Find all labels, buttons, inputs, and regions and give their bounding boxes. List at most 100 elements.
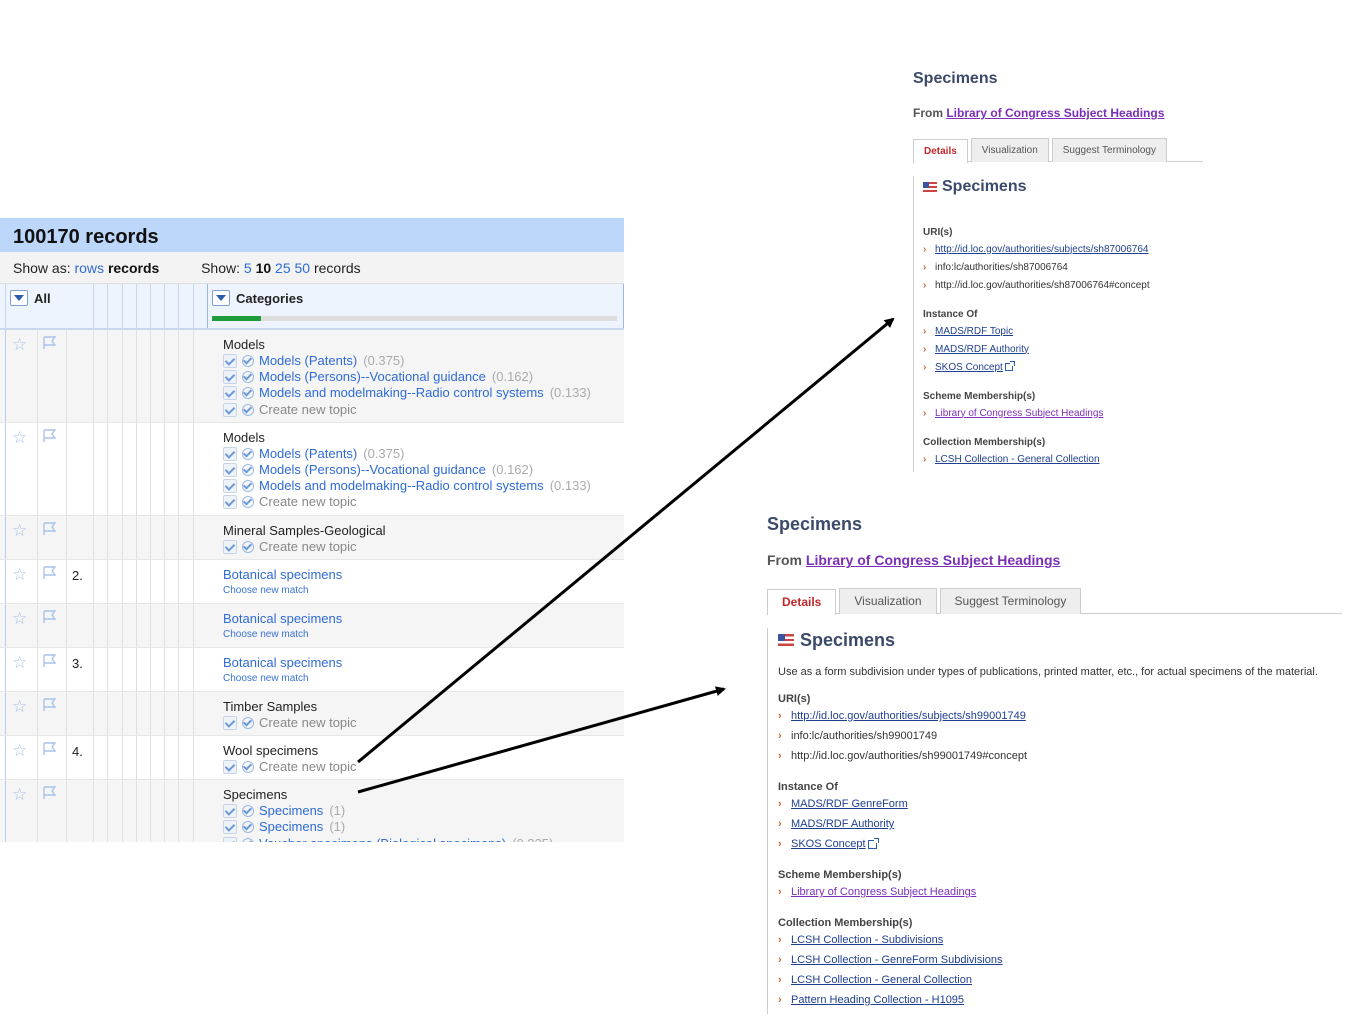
create-new-topic[interactable]: Create new topic	[223, 759, 624, 775]
create-new-topic-label[interactable]: Create new topic	[259, 539, 357, 555]
candidate-topic-label[interactable]: Models (Persons)--Vocational guidance	[259, 462, 486, 478]
choose-new-match-link[interactable]: Choose new match	[223, 627, 624, 643]
lcsh-source-link[interactable]: Library of Congress Subject Headings	[806, 552, 1060, 568]
candidate-topic[interactable]: Specimens (1)	[223, 803, 624, 819]
check-icon[interactable]	[223, 386, 237, 401]
check-similar-icon[interactable]	[241, 716, 255, 730]
candidate-topic[interactable]: Models (Patents) (0.375)	[223, 446, 624, 462]
star-icon[interactable]: ☆	[12, 336, 27, 353]
check-similar-icon[interactable]	[241, 447, 255, 461]
check-icon[interactable]	[223, 495, 237, 510]
flag-icon[interactable]	[42, 565, 58, 580]
candidate-topic-label[interactable]: Models and modelmaking--Radio control sy…	[259, 478, 544, 494]
candidate-topic-label[interactable]: Specimens	[259, 819, 323, 835]
tab-visualization[interactable]: Visualization	[839, 588, 937, 614]
choose-new-match-link[interactable]: Choose new match	[223, 671, 624, 687]
candidate-topic-label[interactable]: Models (Patents)	[259, 446, 357, 462]
create-new-topic-label[interactable]: Create new topic	[259, 715, 357, 731]
candidate-topic[interactable]: Models and modelmaking--Radio control sy…	[223, 478, 624, 494]
create-new-topic-label[interactable]: Create new topic	[259, 402, 357, 418]
collection-link[interactable]: LCSH Collection - General Collection	[935, 454, 1100, 465]
uri-link[interactable]: http://id.loc.gov/authorities/subjects/s…	[791, 710, 1026, 722]
instance-link[interactable]: MADS/RDF GenreForm	[791, 798, 908, 810]
collection-link[interactable]: LCSH Collection - GenreForm Subdivisions	[791, 954, 1003, 966]
candidate-topic[interactable]: Specimens (1)	[223, 819, 624, 835]
lcsh-source-link[interactable]: Library of Congress Subject Headings	[946, 106, 1164, 120]
page-size-25[interactable]: 25	[275, 260, 291, 276]
check-similar-icon[interactable]	[241, 479, 255, 493]
candidate-topic-label[interactable]: Specimens	[259, 803, 323, 819]
flag-icon[interactable]	[42, 786, 58, 800]
check-icon[interactable]	[223, 479, 237, 494]
matched-topic-link[interactable]: Botanical specimens	[223, 611, 624, 627]
tab-details[interactable]: Details	[767, 589, 837, 615]
flag-icon[interactable]	[42, 653, 58, 668]
candidate-topic[interactable]: Models (Persons)--Vocational guidance (0.…	[223, 462, 624, 478]
candidate-topic-label[interactable]: Models (Persons)--Vocational guidance	[259, 369, 486, 385]
matched-topic-link[interactable]: Botanical specimens	[223, 567, 624, 583]
collection-link[interactable]: Pattern Heading Collection - H1095	[791, 994, 964, 1006]
candidate-topic-label[interactable]: Models and modelmaking--Radio control sy…	[259, 385, 544, 401]
check-similar-icon[interactable]	[241, 760, 255, 774]
create-new-topic[interactable]: Create new topic	[223, 539, 624, 555]
check-icon[interactable]	[223, 463, 237, 478]
collection-link[interactable]: LCSH Collection - Subdivisions	[791, 934, 943, 946]
check-icon[interactable]	[223, 836, 237, 842]
create-new-topic-label[interactable]: Create new topic	[259, 759, 357, 775]
candidate-topic-label[interactable]: Models (Patents)	[259, 353, 357, 369]
instance-link[interactable]: MADS/RDF Authority	[935, 344, 1029, 355]
tab-details[interactable]: Details	[913, 139, 968, 163]
create-new-topic[interactable]: Create new topic	[223, 494, 624, 510]
create-new-topic[interactable]: Create new topic	[223, 402, 624, 418]
dropdown-arrow-icon[interactable]	[212, 290, 230, 306]
star-icon[interactable]: ☆	[12, 522, 27, 539]
check-icon[interactable]	[223, 539, 237, 554]
dropdown-arrow-icon[interactable]	[10, 290, 28, 306]
collection-link[interactable]: LCSH Collection - General Collection	[791, 974, 972, 986]
check-icon[interactable]	[223, 370, 237, 385]
scheme-link[interactable]: Library of Congress Subject Headings	[935, 408, 1103, 419]
candidate-topic[interactable]: Models (Patents) (0.375)	[223, 353, 624, 369]
check-similar-icon[interactable]	[241, 495, 255, 509]
check-icon[interactable]	[223, 820, 237, 835]
matched-topic-link[interactable]: Botanical specimens	[223, 655, 624, 671]
check-similar-icon[interactable]	[241, 837, 255, 842]
check-icon[interactable]	[223, 715, 237, 730]
candidate-topic-label[interactable]: Voucher specimens (Biological specimens)	[259, 836, 506, 842]
page-size-50[interactable]: 50	[295, 260, 311, 276]
flag-icon[interactable]	[42, 521, 58, 536]
check-icon[interactable]	[223, 804, 237, 819]
flag-icon[interactable]	[42, 742, 58, 756]
check-similar-icon[interactable]	[241, 370, 255, 384]
instance-link[interactable]: SKOS Concept	[935, 362, 1003, 373]
star-icon[interactable]: ☆	[12, 610, 27, 627]
candidate-topic[interactable]: Voucher specimens (Biological specimens)…	[223, 835, 624, 842]
check-icon[interactable]	[223, 354, 237, 369]
flag-icon[interactable]	[42, 336, 58, 350]
star-icon[interactable]: ☆	[12, 429, 27, 446]
tab-suggest-terminology[interactable]: Suggest Terminology	[1051, 138, 1167, 162]
candidate-topic[interactable]: Models (Persons)--Vocational guidance (0.…	[223, 369, 624, 385]
instance-link[interactable]: MADS/RDF Topic	[935, 326, 1013, 337]
star-icon[interactable]: ☆	[12, 698, 27, 715]
check-similar-icon[interactable]	[241, 354, 255, 368]
check-similar-icon[interactable]	[241, 820, 255, 834]
check-similar-icon[interactable]	[241, 386, 255, 400]
scheme-link[interactable]: Library of Congress Subject Headings	[791, 886, 976, 898]
choose-new-match-link[interactable]: Choose new match	[223, 583, 624, 599]
flag-icon[interactable]	[42, 429, 58, 443]
check-similar-icon[interactable]	[241, 403, 255, 417]
uri-link[interactable]: http://id.loc.gov/authorities/subjects/s…	[935, 244, 1148, 255]
tab-suggest-terminology[interactable]: Suggest Terminology	[939, 588, 1082, 614]
instance-link[interactable]: SKOS Concept	[791, 838, 866, 850]
check-icon[interactable]	[223, 446, 237, 461]
star-icon[interactable]: ☆	[12, 654, 27, 671]
all-column-menu[interactable]: All	[10, 290, 51, 306]
candidate-topic[interactable]: Models and modelmaking--Radio control sy…	[223, 385, 624, 401]
check-similar-icon[interactable]	[241, 804, 255, 818]
check-similar-icon[interactable]	[241, 540, 255, 554]
page-size-5[interactable]: 5	[244, 260, 252, 276]
flag-icon[interactable]	[42, 697, 58, 712]
create-new-topic-label[interactable]: Create new topic	[259, 494, 357, 510]
tab-visualization[interactable]: Visualization	[970, 138, 1049, 162]
